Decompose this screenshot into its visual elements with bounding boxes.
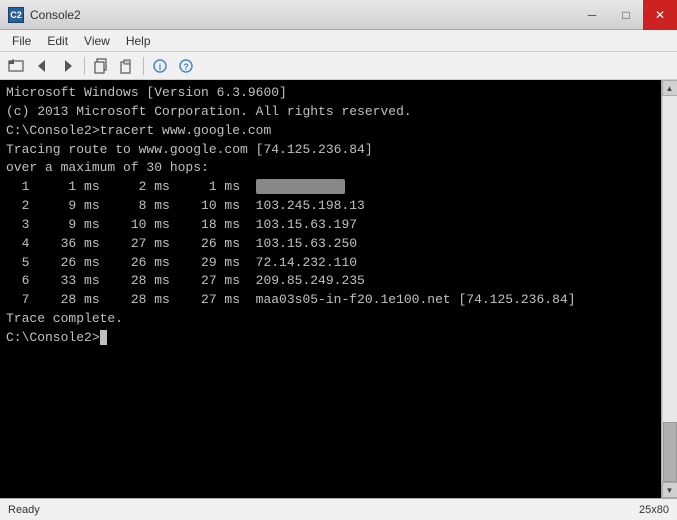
terminal-line: over a maximum of 30 hops: xyxy=(6,159,655,178)
window-title: Console2 xyxy=(30,8,81,22)
new-tab-button[interactable] xyxy=(4,55,28,77)
scrollbar-track[interactable] xyxy=(663,96,677,482)
scrollbar-thumb[interactable] xyxy=(663,422,677,482)
minimize-button[interactable]: ─ xyxy=(575,0,609,30)
menu-help[interactable]: Help xyxy=(118,32,159,50)
paste-button[interactable] xyxy=(115,55,139,77)
terminal-line: Tracing route to www.google.com [74.125.… xyxy=(6,141,655,160)
toolbar-sep-2 xyxy=(143,57,144,75)
terminal-line-1: 1 1 ms 2 ms 1 ms 192.168.1.1 xyxy=(6,178,655,197)
paste-icon xyxy=(119,58,135,74)
terminal-line: Microsoft Windows [Version 6.3.9600] xyxy=(6,84,655,103)
back-button[interactable] xyxy=(30,55,54,77)
dimensions-text: 25x80 xyxy=(639,504,669,516)
toolbar: i ? xyxy=(0,52,677,80)
title-bar-left: C2 Console2 xyxy=(8,7,81,23)
terminal-line-3: 3 9 ms 10 ms 18 ms 103.15.63.197 xyxy=(6,216,655,235)
title-bar: C2 Console2 ─ □ ✕ xyxy=(0,0,677,30)
blurred-ip: 192.168.1.1 xyxy=(256,179,346,194)
back-icon xyxy=(34,58,50,74)
terminal-wrapper[interactable]: Microsoft Windows [Version 6.3.9600] (c)… xyxy=(0,80,661,498)
terminal-line-7: 7 28 ms 28 ms 27 ms maa03s05-in-f20.1e10… xyxy=(6,291,655,310)
svg-text:i: i xyxy=(159,62,162,72)
close-button[interactable]: ✕ xyxy=(643,0,677,30)
help-button[interactable]: ? xyxy=(174,55,198,77)
status-bar: Ready 25x80 xyxy=(0,498,677,520)
terminal-line-2: 2 9 ms 8 ms 10 ms 103.245.198.13 xyxy=(6,197,655,216)
forward-button[interactable] xyxy=(56,55,80,77)
main-container: Microsoft Windows [Version 6.3.9600] (c)… xyxy=(0,80,677,498)
menu-view[interactable]: View xyxy=(76,32,118,50)
status-right: 25x80 xyxy=(639,504,669,516)
svg-text:?: ? xyxy=(183,62,189,72)
terminal-line-5: 5 26 ms 26 ms 29 ms 72.14.232.110 xyxy=(6,254,655,273)
terminal-trace-complete: Trace complete. xyxy=(6,310,655,329)
scrollbar[interactable]: ▲ ▼ xyxy=(661,80,677,498)
terminal-prompt: C:\Console2> xyxy=(6,329,655,348)
terminal-line: C:\Console2>tracert www.google.com xyxy=(6,122,655,141)
info-icon: i xyxy=(152,58,168,74)
title-bar-controls: ─ □ ✕ xyxy=(575,0,677,30)
help-icon: ? xyxy=(178,58,194,74)
menu-bar: File Edit View Help xyxy=(0,30,677,52)
app-icon: C2 xyxy=(8,7,24,23)
info-button[interactable]: i xyxy=(148,55,172,77)
toolbar-sep-1 xyxy=(84,57,85,75)
maximize-button[interactable]: □ xyxy=(609,0,643,30)
terminal-line-4: 4 36 ms 27 ms 26 ms 103.15.63.250 xyxy=(6,235,655,254)
scroll-up-button[interactable]: ▲ xyxy=(662,80,677,96)
status-text: Ready xyxy=(8,504,40,516)
scroll-down-button[interactable]: ▼ xyxy=(662,482,677,498)
forward-icon xyxy=(60,58,76,74)
copy-icon xyxy=(93,58,109,74)
terminal-line: (c) 2013 Microsoft Corporation. All righ… xyxy=(6,103,655,122)
menu-edit[interactable]: Edit xyxy=(39,32,76,50)
terminal[interactable]: Microsoft Windows [Version 6.3.9600] (c)… xyxy=(0,80,661,498)
new-tab-icon xyxy=(8,58,24,74)
copy-button[interactable] xyxy=(89,55,113,77)
menu-file[interactable]: File xyxy=(4,32,39,50)
terminal-line-6: 6 33 ms 28 ms 27 ms 209.85.249.235 xyxy=(6,272,655,291)
